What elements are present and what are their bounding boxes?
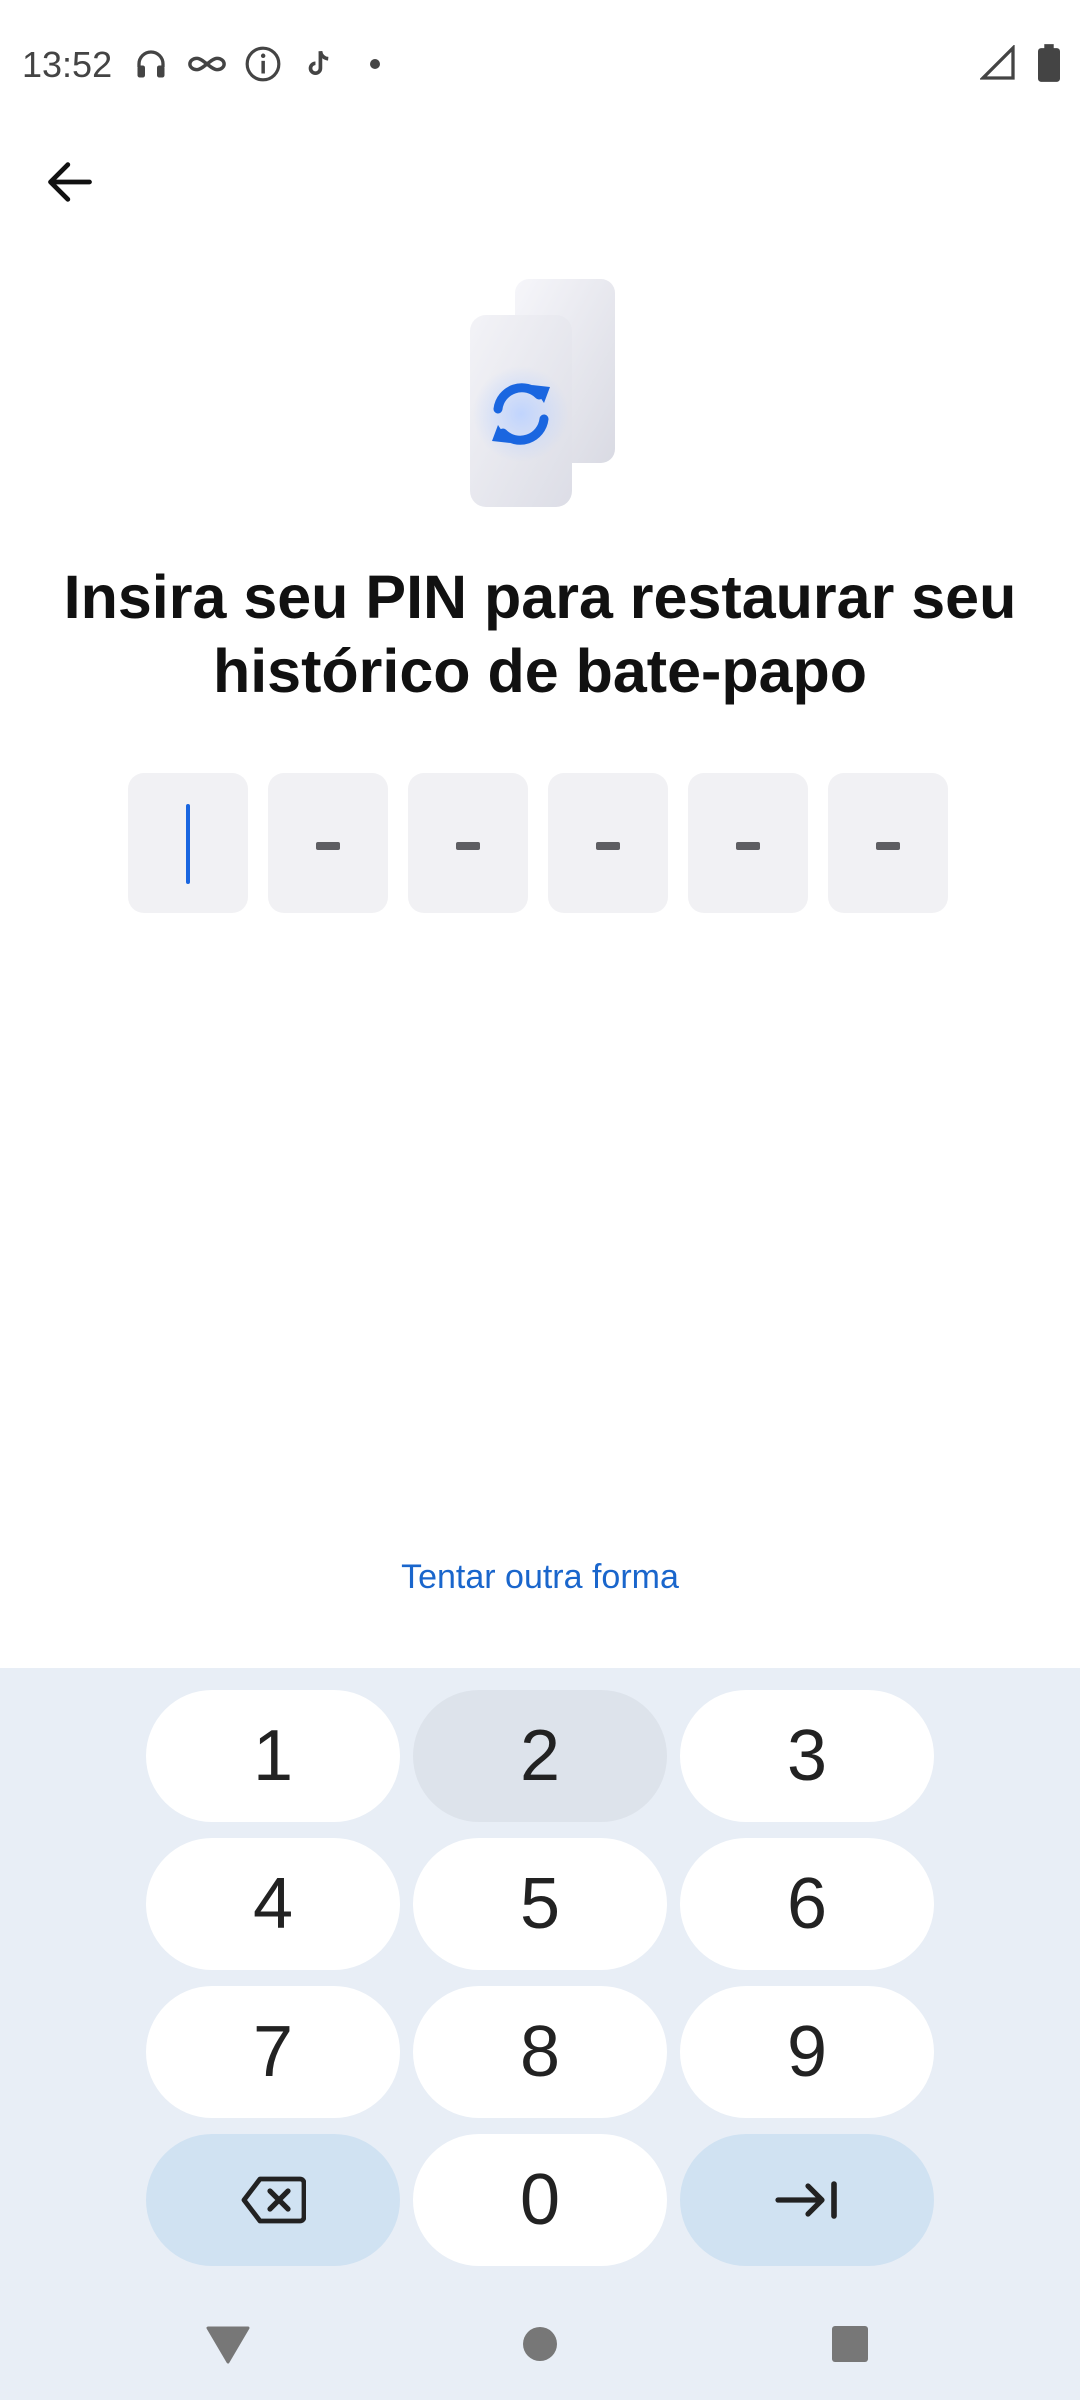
backspace-key[interactable] <box>146 2134 400 2266</box>
infinity-icon <box>186 43 228 85</box>
try-another-way-link[interactable]: Tentar outra forma <box>0 1558 1080 1597</box>
restore-illustration <box>460 275 620 515</box>
numeric-keypad: 1 2 3 4 5 6 7 8 9 0 <box>0 1668 1080 2400</box>
signal-icon <box>979 44 1016 86</box>
text-cursor <box>186 804 190 884</box>
key-4[interactable]: 4 <box>146 1838 400 1970</box>
tab-next-icon <box>775 2181 837 2219</box>
pin-digit-4[interactable] <box>548 773 668 913</box>
page-title: Insira seu PIN para restaurar seu histór… <box>63 563 1017 705</box>
nav-home-button[interactable] <box>510 2314 570 2374</box>
backspace-icon <box>241 2176 306 2224</box>
pin-input[interactable] <box>128 773 952 913</box>
pin-placeholder-dash <box>736 842 760 850</box>
tiktok-icon <box>298 43 340 85</box>
recents-square-icon <box>832 2326 868 2362</box>
key-0[interactable]: 0 <box>413 2134 667 2266</box>
key-6[interactable]: 6 <box>680 1838 934 1970</box>
back-button[interactable] <box>40 152 100 212</box>
dot-icon <box>354 43 396 85</box>
notification-icons <box>130 42 396 86</box>
system-icons <box>979 44 1060 87</box>
headphones-icon <box>130 43 172 85</box>
next-key[interactable] <box>680 2134 934 2266</box>
status-bar: 13:52 <box>0 0 1080 130</box>
system-navigation-bar <box>0 2294 1080 2400</box>
nav-recents-button[interactable] <box>820 2314 880 2374</box>
pin-placeholder-dash <box>456 842 480 850</box>
pin-placeholder-dash <box>596 842 620 850</box>
back-triangle-icon <box>206 2326 250 2364</box>
nav-back-button[interactable] <box>198 2314 258 2374</box>
pin-digit-3[interactable] <box>408 773 528 913</box>
key-8[interactable]: 8 <box>413 1986 667 2118</box>
key-5[interactable]: 5 <box>413 1838 667 1970</box>
key-9[interactable]: 9 <box>680 1986 934 2118</box>
key-1[interactable]: 1 <box>146 1690 400 1822</box>
status-time: 13:52 <box>22 44 113 85</box>
key-3[interactable]: 3 <box>680 1690 934 1822</box>
arrow-left-icon <box>48 162 92 202</box>
sync-phones-icon <box>470 279 615 507</box>
pin-digit-6[interactable] <box>828 773 948 913</box>
key-2[interactable]: 2 <box>413 1690 667 1822</box>
battery-icon <box>1038 44 1060 87</box>
pin-placeholder-dash <box>876 842 900 850</box>
pin-digit-5[interactable] <box>688 773 808 913</box>
info-icon <box>242 43 284 85</box>
home-circle-icon <box>523 2327 557 2361</box>
pin-digit-2[interactable] <box>268 773 388 913</box>
key-7[interactable]: 7 <box>146 1986 400 2118</box>
pin-placeholder-dash <box>316 842 340 850</box>
pin-digit-1[interactable] <box>128 773 248 913</box>
